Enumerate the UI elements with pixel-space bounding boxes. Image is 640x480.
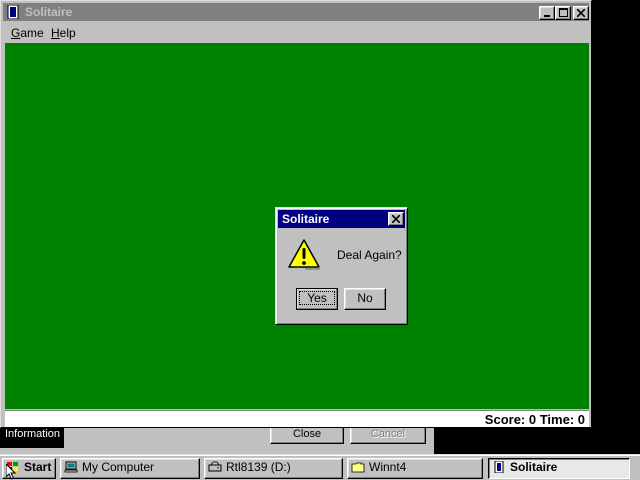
taskbar-item-rtl8139[interactable]: Rtl8139 (D:) bbox=[204, 458, 343, 479]
taskbar-item-label: Solitaire bbox=[510, 460, 558, 474]
maximize-icon bbox=[558, 8, 568, 17]
deal-again-dialog: Solitaire Deal Again? Yes No bbox=[275, 207, 408, 325]
menu-help-label: elp bbox=[59, 26, 76, 40]
menu-help-mnemonic: H bbox=[51, 26, 60, 40]
computer-icon bbox=[64, 461, 78, 473]
yes-button-label: Yes bbox=[299, 291, 335, 305]
dialog-close-button[interactable] bbox=[388, 212, 404, 226]
taskbar-item-label: My Computer bbox=[82, 460, 155, 474]
minimize-button[interactable] bbox=[539, 6, 555, 20]
maximize-button[interactable] bbox=[555, 6, 571, 20]
taskbar-item-winnt4[interactable]: Winnt4 bbox=[347, 458, 483, 479]
solitaire-card-icon bbox=[494, 460, 504, 473]
score-time-status: Score: 0 Time: 0 bbox=[484, 412, 585, 427]
drive-icon bbox=[208, 461, 222, 472]
taskbar: Start My Computer Rtl8139 (D:) Winnt4 So… bbox=[0, 454, 640, 480]
window-title: Solitaire bbox=[25, 5, 73, 19]
folder-icon bbox=[351, 462, 365, 473]
close-icon bbox=[576, 8, 586, 18]
menu-game-mnemonic: G bbox=[11, 26, 21, 40]
window-titlebar[interactable]: Solitaire bbox=[3, 3, 589, 21]
close-icon bbox=[391, 214, 401, 224]
no-button[interactable]: No bbox=[344, 288, 386, 310]
status-bar: Score: 0 Time: 0 bbox=[5, 410, 589, 427]
taskbar-item-label: Rtl8139 (D:) bbox=[226, 460, 291, 474]
menu-help[interactable]: Help bbox=[51, 26, 76, 40]
mouse-cursor-icon bbox=[6, 464, 16, 480]
background-close-button[interactable]: Close bbox=[270, 426, 344, 444]
solitaire-card-icon bbox=[7, 5, 19, 19]
close-button[interactable] bbox=[573, 6, 589, 20]
menu-game[interactable]: Game bbox=[11, 26, 44, 40]
yes-button[interactable]: Yes bbox=[296, 288, 338, 310]
dialog-message: Deal Again? bbox=[337, 248, 402, 262]
minimize-icon bbox=[544, 15, 550, 17]
background-cancel-button: Cancel bbox=[350, 426, 426, 444]
menu-game-label: ame bbox=[20, 26, 44, 40]
dialog-title: Solitaire bbox=[282, 212, 330, 226]
dialog-titlebar[interactable]: Solitaire bbox=[278, 210, 405, 228]
taskbar-item-my-computer[interactable]: My Computer bbox=[60, 458, 200, 479]
taskbar-item-solitaire[interactable]: Solitaire bbox=[488, 458, 630, 479]
menu-bar: Game Help bbox=[3, 23, 589, 42]
taskbar-item-label: Winnt4 bbox=[369, 460, 407, 474]
background-info-label: Information bbox=[0, 426, 64, 448]
start-label: Start bbox=[24, 460, 52, 474]
warning-icon bbox=[288, 239, 320, 270]
